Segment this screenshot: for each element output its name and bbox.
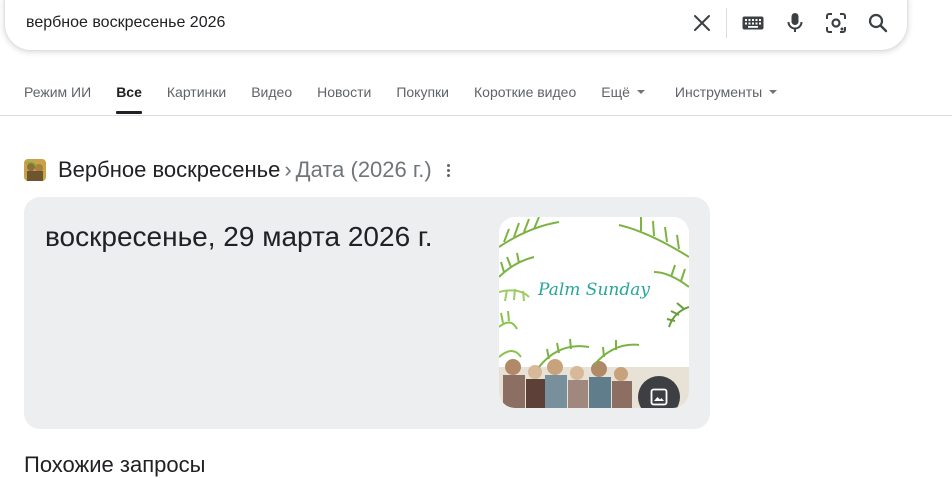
tab-images[interactable]: Картинки bbox=[167, 84, 226, 114]
tab-all[interactable]: Все bbox=[116, 84, 142, 114]
image-caption: Palm Sunday bbox=[537, 280, 650, 300]
tab-short-videos[interactable]: Короткие видео bbox=[474, 84, 576, 114]
tab-label: Все bbox=[116, 84, 142, 100]
palm-sunday-image[interactable]: Palm Sunday bbox=[499, 217, 689, 408]
search-bar[interactable]: вербное воскресенье 2026 bbox=[4, 0, 908, 51]
chevron-down-icon bbox=[769, 90, 778, 95]
tab-label: Видео bbox=[251, 84, 293, 100]
search-input[interactable]: вербное воскресенье 2026 bbox=[26, 14, 225, 32]
more-options-icon[interactable] bbox=[444, 160, 454, 180]
tab-tools[interactable]: Инструменты bbox=[674, 84, 778, 114]
entity-name[interactable]: Вербное воскресенье bbox=[58, 157, 280, 183]
close-icon[interactable] bbox=[689, 10, 715, 36]
breadcrumb-separator: › bbox=[284, 157, 292, 182]
answer-card: воскресенье, 29 марта 2026 г. Palm Sunda… bbox=[24, 197, 710, 429]
tab-ai-mode[interactable]: Режим ИИ bbox=[24, 84, 91, 114]
answer-value: воскресенье, 29 марта 2026 г. bbox=[45, 221, 433, 252]
search-tabs: Режим ИИ Все Картинки Видео Новости Поку… bbox=[24, 84, 802, 116]
microphone-icon[interactable] bbox=[782, 10, 808, 36]
tab-videos[interactable]: Видео bbox=[251, 84, 292, 114]
tab-label: Режим ИИ bbox=[24, 84, 92, 100]
tabs-divider bbox=[0, 115, 952, 116]
chevron-down-icon bbox=[636, 90, 645, 95]
tab-label: Короткие видео bbox=[474, 84, 577, 100]
lens-icon[interactable] bbox=[823, 10, 849, 36]
search-icon[interactable] bbox=[865, 10, 891, 36]
tab-news[interactable]: Новости bbox=[317, 84, 371, 114]
tab-label: Ещё bbox=[601, 84, 630, 100]
keyboard-icon[interactable] bbox=[740, 10, 766, 36]
image-icon bbox=[650, 388, 668, 406]
search-divider bbox=[726, 8, 727, 38]
attribute-name: Дата (2026 г.) bbox=[295, 157, 432, 182]
answer-breadcrumb: Вербное воскресенье › Дата (2026 г.) bbox=[24, 157, 454, 183]
tab-label: Покупки bbox=[396, 84, 449, 100]
tab-label: Новости bbox=[317, 84, 372, 100]
tab-label: Инструменты bbox=[674, 84, 763, 100]
tab-shopping[interactable]: Покупки bbox=[396, 84, 449, 114]
related-searches-heading: Похожие запросы bbox=[24, 452, 206, 477]
tab-more[interactable]: Ещё bbox=[601, 84, 645, 114]
tab-label: Картинки bbox=[166, 84, 227, 100]
entity-thumbnail[interactable] bbox=[24, 159, 46, 181]
